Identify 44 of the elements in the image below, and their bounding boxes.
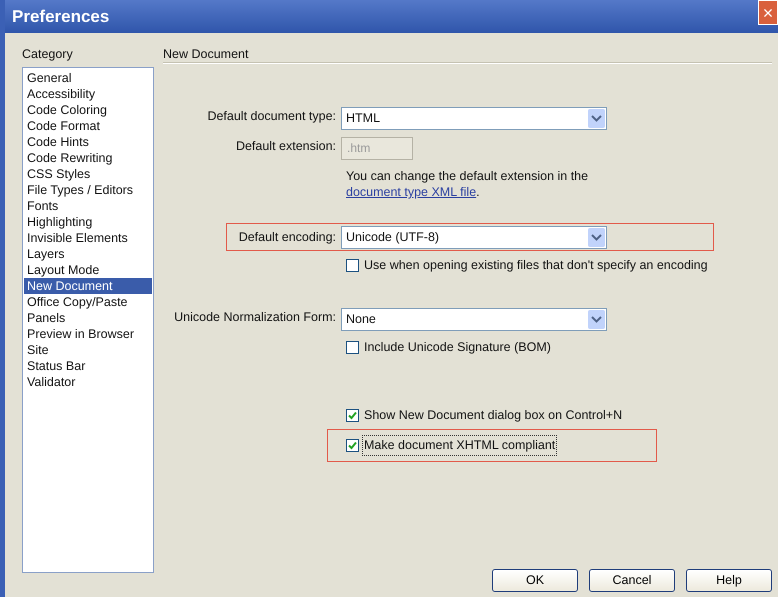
category-item[interactable]: Preview in Browser xyxy=(24,326,152,342)
category-item[interactable]: Office Copy/Paste xyxy=(24,294,152,310)
category-item[interactable]: Accessibility xyxy=(24,86,152,102)
dialog-button[interactable]: OK xyxy=(492,569,578,592)
checkbox-label[interactable]: Include Unicode Signature (BOM) xyxy=(363,338,552,356)
checkbox-label[interactable]: Make document XHTML compliant xyxy=(363,436,556,455)
category-item[interactable]: Code Hints xyxy=(24,134,152,150)
category-item[interactable]: Status Bar xyxy=(24,358,152,374)
category-item[interactable]: New Document xyxy=(24,278,152,294)
dropdown[interactable]: Unicode (UTF-8) xyxy=(341,226,607,248)
window-title: Preferences xyxy=(12,6,110,28)
field-label: Default encoding: xyxy=(238,228,337,246)
checkbox-label[interactable]: Show New Document dialog box on Control+N xyxy=(363,406,624,424)
category-item[interactable]: Layers xyxy=(24,246,152,262)
checkbox[interactable] xyxy=(346,408,359,422)
dialog-button[interactable]: Cancel xyxy=(589,569,675,592)
category-item[interactable]: Highlighting xyxy=(24,214,152,230)
category-item[interactable]: Fonts xyxy=(24,198,152,214)
close-button[interactable]: × xyxy=(758,0,778,25)
category-item[interactable]: General xyxy=(24,70,152,86)
category-item[interactable]: Code Format xyxy=(24,118,152,134)
field-label: Unicode Normalization Form: xyxy=(173,308,337,326)
category-item[interactable]: Validator xyxy=(24,374,152,390)
help-text: You can change the default extension in the document type XML file. xyxy=(346,168,590,200)
dropdown[interactable]: None xyxy=(341,308,607,330)
category-item[interactable]: CSS Styles xyxy=(24,166,152,182)
category-item[interactable]: Code Rewriting xyxy=(24,150,152,166)
category-item[interactable]: Layout Mode xyxy=(24,262,152,278)
checkbox-label[interactable]: Use when opening existing files that don't specify an encoding xyxy=(363,256,709,274)
category-item[interactable]: Site xyxy=(24,342,152,358)
checkbox[interactable] xyxy=(346,340,359,354)
dropdown[interactable]: HTML xyxy=(341,106,607,130)
field-label: Default extension: xyxy=(234,138,337,154)
category-item[interactable]: File Types / Editors xyxy=(24,182,152,198)
field-label: Default document type: xyxy=(206,108,337,125)
category-item[interactable]: Code Coloring xyxy=(24,102,152,118)
checkbox[interactable] xyxy=(346,438,359,452)
dialog-button[interactable]: Help xyxy=(686,569,772,592)
section-title: New Document xyxy=(163,46,248,63)
link[interactable]: document type XML file xyxy=(346,185,476,199)
category-label: Category xyxy=(22,46,74,63)
checkbox[interactable] xyxy=(346,258,359,272)
category-item[interactable]: Invisible Elements xyxy=(24,230,152,246)
category-item[interactable]: Panels xyxy=(24,310,152,326)
